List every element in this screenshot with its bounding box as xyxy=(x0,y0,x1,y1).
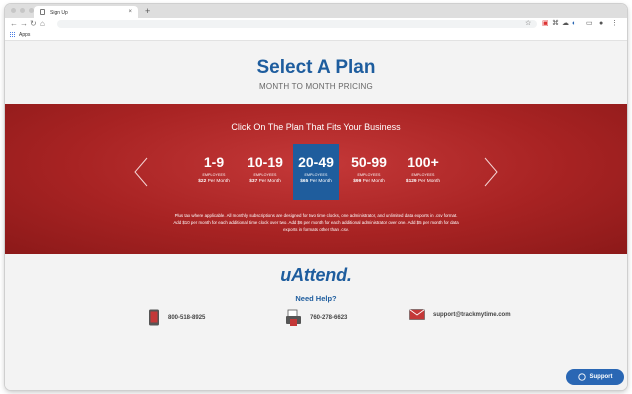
plans-heading: Click On The Plan That Fits Your Busines… xyxy=(231,122,401,132)
envelope-icon xyxy=(409,309,425,320)
support-button[interactable]: Support xyxy=(566,369,624,385)
extension-icon[interactable]: ◐ xyxy=(572,20,576,28)
plan-range: 100+ xyxy=(407,154,439,170)
bookmarks-bar: Apps xyxy=(5,30,627,41)
support-label: Support xyxy=(589,374,613,380)
home-icon[interactable]: ⌂ xyxy=(40,19,45,29)
page-icon xyxy=(40,9,45,15)
plan-employees-label: EMPLOYEES xyxy=(411,173,435,177)
cast-icon[interactable]: ▭ xyxy=(586,20,593,28)
new-tab-button[interactable]: + xyxy=(145,6,150,16)
phone-number[interactable]: 800-518-8925 xyxy=(168,315,205,321)
fax-number[interactable]: 760-278-6623 xyxy=(310,315,347,321)
page-content: Select A Plan MONTH TO MONTH PRICING Cli… xyxy=(5,41,627,390)
address-bar[interactable] xyxy=(57,20,537,28)
apps-link[interactable]: Apps xyxy=(19,32,30,38)
chevron-right-icon[interactable] xyxy=(483,157,499,187)
plan-option[interactable]: 50-99 EMPLOYEES $99 Per Month xyxy=(346,144,392,200)
tab-strip: Sign Up × + xyxy=(5,4,627,18)
extension-icon[interactable]: ⌘ xyxy=(552,20,559,28)
plan-employees-label: EMPLOYEES xyxy=(357,173,381,177)
plan-employees-label: EMPLOYEES xyxy=(304,173,328,177)
window-controls[interactable] xyxy=(11,8,34,13)
menu-icon[interactable]: ⋮ xyxy=(611,20,618,28)
contact-fax: 760-278-6623 xyxy=(285,309,347,326)
plan-option[interactable]: 1-9 EMPLOYEES $22 Per Month xyxy=(191,144,237,200)
plan-employees-label: EMPLOYEES xyxy=(202,173,226,177)
extension-icon[interactable]: ▣ xyxy=(542,20,549,28)
forward-icon[interactable]: → xyxy=(20,19,28,29)
plan-option[interactable]: 10-19 EMPLOYEES $37 Per Month xyxy=(242,144,288,200)
fax-icon xyxy=(286,309,301,326)
support-email[interactable]: support@trackmytime.com xyxy=(433,312,511,318)
browser-toolbar: ← → ↻ ⌂ ☆ ▣ ⌘ ☁ ◐ ▭ ● ⋮ xyxy=(5,18,627,30)
page-subtitle: MONTH TO MONTH PRICING xyxy=(259,82,373,91)
contact-phone: 800-518-8925 xyxy=(148,309,205,326)
apps-grid-icon[interactable] xyxy=(10,32,16,38)
reload-icon[interactable]: ↻ xyxy=(30,19,37,29)
plan-price: $129 Per Month xyxy=(405,179,441,184)
pricing-fine-print: Plus tax where applicable. All monthly s… xyxy=(173,213,459,233)
browser-window: Sign Up × + ← → ↻ ⌂ ☆ ▣ ⌘ ☁ ◐ ▭ ● ⋮ Apps… xyxy=(5,4,627,390)
plan-option[interactable]: 100+ EMPLOYEES $129 Per Month xyxy=(400,144,446,200)
bookmark-star-icon[interactable]: ☆ xyxy=(525,20,531,28)
chevron-left-icon[interactable] xyxy=(133,157,149,187)
plans-band: Click On The Plan That Fits Your Busines… xyxy=(5,104,627,254)
close-tab-icon[interactable]: × xyxy=(128,9,132,15)
contact-email: support@trackmytime.com xyxy=(409,309,511,320)
need-help-heading: Need Help? xyxy=(295,294,337,303)
back-icon[interactable]: ← xyxy=(10,19,18,29)
extension-icon[interactable]: ☁ xyxy=(562,20,569,28)
tab-title: Sign Up xyxy=(50,9,68,16)
plan-employees-label: EMPLOYEES xyxy=(253,173,277,177)
profile-icon[interactable]: ● xyxy=(599,20,603,28)
tab-sign-up[interactable]: Sign Up × xyxy=(34,6,138,18)
chat-bubble-icon xyxy=(577,373,586,381)
page-title: Select A Plan xyxy=(256,57,376,78)
plan-option-selected[interactable]: 20-49 EMPLOYEES $65 Per Month xyxy=(293,144,339,200)
uattend-logo: uAttend. xyxy=(280,265,352,285)
mobile-phone-icon xyxy=(149,309,159,326)
